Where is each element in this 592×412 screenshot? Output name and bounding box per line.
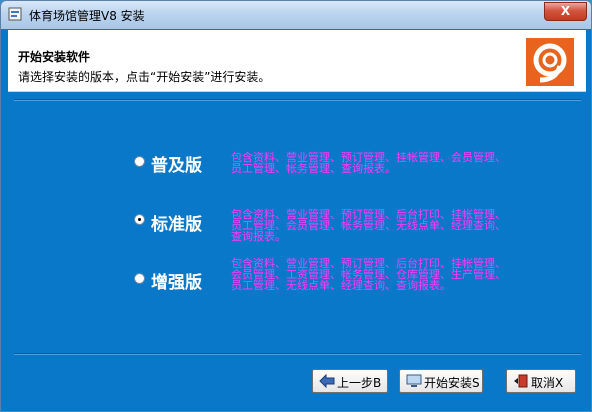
desc-line: 员工管理、帐务管理、查询报表。	[231, 162, 396, 175]
close-button[interactable]: X	[544, 2, 587, 21]
install-button[interactable]: 开始安装S	[399, 369, 483, 393]
exit-door-icon	[514, 374, 528, 388]
top-separator	[14, 99, 581, 101]
back-button[interactable]: 上一步B	[312, 369, 388, 393]
option-desc-basic: 包含资料、营业管理、预订管理、挂帐管理、会员管理、 员工管理、帐务管理、查询报表…	[231, 152, 551, 174]
computer-icon	[406, 374, 422, 387]
app-icon	[8, 7, 22, 21]
radio-basic[interactable]	[134, 156, 145, 167]
header-subtitle: 请选择安装的版本，点击“开始安装”进行安装。	[18, 70, 271, 84]
logo-icon	[526, 38, 574, 86]
option-label-advanced[interactable]: 增强版	[151, 268, 202, 293]
back-arrow-icon	[319, 374, 335, 388]
back-button-label: 上一步B	[337, 376, 382, 390]
bottom-separator	[14, 353, 581, 355]
option-desc-advanced: 包含资料、营业管理、预订管理、后台打印、挂帐管理、 会员管理、工资管理、帐务管理…	[231, 258, 551, 291]
window-title: 体育场馆管理V8 安装	[29, 9, 145, 23]
title-bar[interactable]: 体育场馆管理V8 安装 X	[1, 1, 591, 29]
option-label-basic[interactable]: 普及版	[151, 151, 202, 176]
cancel-button-label: 取消X	[531, 376, 564, 390]
installer-window: 体育场馆管理V8 安装 X 开始安装软件 请选择安装的版本，点击“开始安装”进行…	[0, 0, 592, 412]
option-label-standard[interactable]: 标准版	[151, 210, 202, 235]
option-desc-standard: 包含资料、营业管理、预订管理、后台打印、挂帐管理、 员工管理、会员管理、帐务管理…	[231, 209, 551, 242]
header-panel: 开始安装软件 请选择安装的版本，点击“开始安装”进行安装。	[8, 30, 586, 92]
radio-advanced[interactable]	[134, 273, 145, 284]
install-button-label: 开始安装S	[424, 376, 480, 390]
radio-standard[interactable]	[134, 214, 145, 225]
desc-line: 查询报表。	[231, 230, 286, 243]
header-title: 开始安装软件	[18, 50, 91, 64]
desc-line: 员工管理、无线点单、经理查询、查询报表。	[231, 279, 451, 292]
cancel-button[interactable]: 取消X	[506, 369, 576, 393]
